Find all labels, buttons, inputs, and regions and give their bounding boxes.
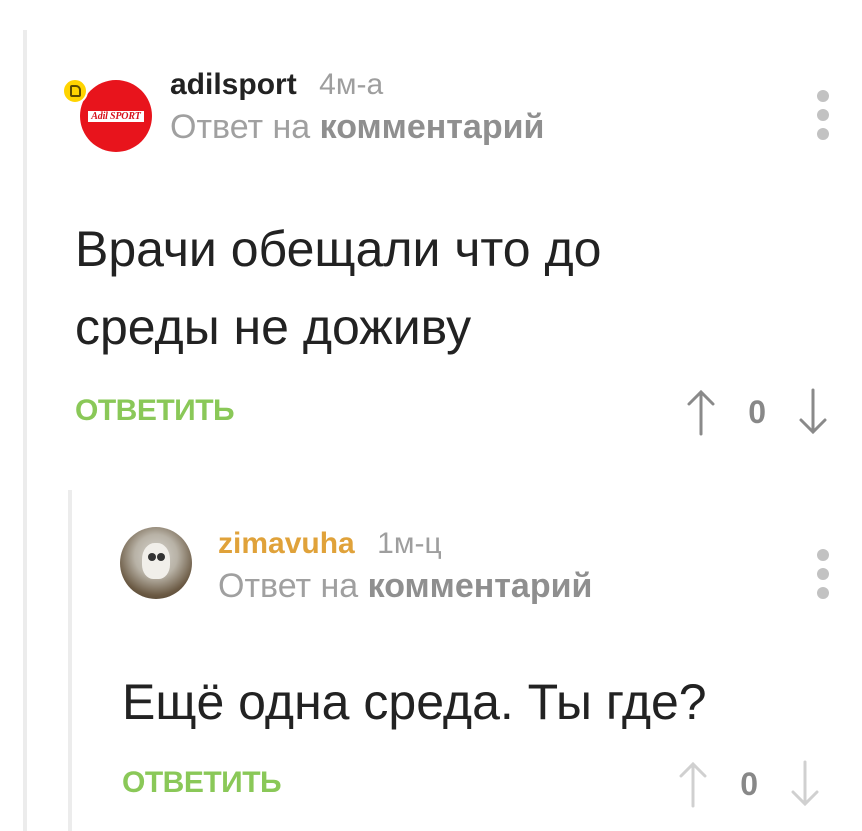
comment-reply: zimavuha 1м-ц Ответ на комментарий Ещё о… — [120, 515, 830, 831]
vote-controls: 0 — [676, 760, 822, 808]
more-vertical-icon[interactable] — [816, 549, 830, 599]
avatar[interactable] — [120, 527, 192, 599]
reply-to-line: Ответ на комментарий — [170, 108, 544, 147]
comment-text-line: среды не доживу — [75, 299, 472, 355]
more-vertical-icon[interactable] — [816, 90, 830, 140]
comment-text: Врачи обещали что до среды не доживу — [75, 210, 775, 366]
reply-button[interactable]: ОТВЕТИТЬ — [75, 394, 235, 428]
arrow-down-icon[interactable] — [796, 388, 830, 436]
reply-button[interactable]: ОТВЕТИТЬ — [122, 766, 282, 800]
arrow-down-icon[interactable] — [788, 760, 822, 808]
comment-text-line: Врачи обещали что до — [75, 221, 602, 277]
comment-actions: ОТВЕТИТЬ 0 — [75, 388, 830, 438]
reply-target-link[interactable]: комментарий — [368, 567, 593, 605]
comment-badge-icon — [62, 78, 88, 104]
comment-header: zimavuha 1м-ц Ответ на комментарий — [218, 527, 592, 606]
username[interactable]: adilsport — [170, 68, 297, 101]
comment-text-line: Ещё одна среда. Ты где? — [122, 674, 707, 730]
reply-to-line: Ответ на комментарий — [218, 567, 592, 606]
vote-count: 0 — [748, 393, 766, 430]
arrow-up-icon[interactable] — [684, 388, 718, 436]
thread-line-nested — [68, 490, 72, 831]
comment-header: adilsport 4м-а Ответ на комментарий — [170, 68, 544, 147]
username[interactable]: zimavuha — [218, 527, 355, 560]
reply-prefix: Ответ на — [218, 567, 359, 605]
comment-actions: ОТВЕТИТЬ 0 — [122, 760, 822, 810]
arrow-up-icon[interactable] — [676, 760, 710, 808]
comment-text: Ещё одна среда. Ты где? — [122, 663, 822, 741]
comment-time: 1м-ц — [377, 527, 442, 560]
comment: Adil SPORT adilsport 4м-а Ответ на комме… — [50, 60, 830, 460]
reply-target-link[interactable]: комментарий — [320, 108, 545, 146]
avatar[interactable]: Adil SPORT — [80, 80, 152, 152]
comment-time: 4м-а — [319, 68, 384, 101]
vote-controls: 0 — [684, 388, 830, 436]
comments-page: Adil SPORT adilsport 4м-а Ответ на комме… — [0, 0, 862, 831]
vote-count: 0 — [740, 765, 758, 802]
thread-line — [23, 30, 27, 831]
reply-prefix: Ответ на — [170, 108, 311, 146]
avatar-logo-text: Adil SPORT — [88, 110, 144, 122]
